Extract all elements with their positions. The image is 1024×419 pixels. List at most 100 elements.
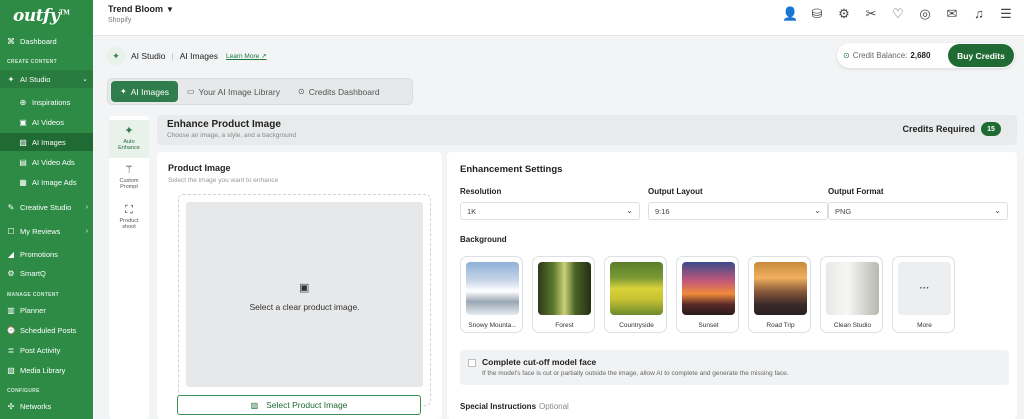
- sidebar-item-ai-videos[interactable]: ▣ AI Videos: [0, 113, 93, 131]
- sidebar: outfyTM ⌘ Dashboard CREATE CONTENT ✦ AI St…: [0, 0, 93, 419]
- chevron-right-icon: ›: [85, 227, 88, 235]
- image-drop-zone[interactable]: ▣ Select a clear product image.: [178, 194, 431, 406]
- tool-product-shoot[interactable]: ⛶ Product shoot: [109, 204, 149, 236]
- billing-icon[interactable]: ⛁: [809, 6, 825, 22]
- megaphone-icon: ◢: [7, 249, 15, 259]
- tool-custom-prompt[interactable]: ⚚ Custom Prompt: [109, 164, 149, 196]
- credit-balance-value: 2,680: [910, 51, 931, 60]
- background-option-more[interactable]: ··· More: [892, 256, 955, 333]
- tab-bar: ✦ AI Images ▭ Your AI Image Library ⊙ Credi…: [107, 78, 413, 105]
- enhance-header: Enhance Product Image Choose an image, a…: [157, 115, 1017, 145]
- section-configure: CONFIGURE: [7, 388, 40, 394]
- review-icon: ☐: [7, 226, 15, 236]
- background-option-countryside[interactable]: Countryside: [604, 256, 667, 333]
- background-label: Background: [460, 235, 507, 244]
- sidebar-item-ai-video-ads[interactable]: ▤ AI Video Ads: [0, 153, 93, 171]
- settings-title: Enhancement Settings: [460, 164, 563, 175]
- output-layout-label: Output Layout: [648, 187, 703, 196]
- coin-icon: ⊙: [297, 87, 305, 96]
- output-format-select[interactable]: PNG ⌄: [828, 202, 1008, 220]
- sparkle-icon: ✦: [120, 87, 127, 96]
- breadcrumb-ai-studio[interactable]: AI Studio: [131, 51, 166, 61]
- video-ad-icon: ▤: [19, 157, 27, 167]
- discount-icon[interactable]: ⚙: [836, 6, 852, 22]
- countryside-thumbnail: [610, 262, 663, 315]
- sidebar-item-my-reviews[interactable]: ☐ My Reviews ›: [0, 222, 93, 240]
- network-icon: ✣: [7, 401, 15, 411]
- activity-icon: ≣: [7, 345, 15, 355]
- top-icons: 👤 ⛁ ⚙ ✂ ♡ ◎ ✉ ♫ ☰: [782, 6, 1014, 22]
- resolution-select[interactable]: 1K ⌄: [460, 202, 640, 220]
- menu-icon[interactable]: ☰: [998, 6, 1014, 22]
- enhancement-settings-panel: Enhancement Settings Resolution 1K ⌄ Outp…: [447, 152, 1017, 419]
- tab-image-library[interactable]: ▭ Your AI Image Library: [178, 81, 289, 102]
- background-option-snowy-mountain[interactable]: Snowy Mounta...: [460, 256, 523, 333]
- learn-more-link[interactable]: Learn More ↗: [226, 52, 267, 60]
- notification-icon[interactable]: ♫: [971, 6, 987, 22]
- forest-thumbnail: [538, 262, 591, 315]
- select-product-image-button[interactable]: ▨ Select Product Image: [177, 395, 421, 415]
- background-option-road-trip[interactable]: Road Trip: [748, 256, 811, 333]
- palette-icon: ✎: [7, 202, 15, 212]
- sidebar-item-ai-images[interactable]: ▨ AI Images: [0, 133, 93, 151]
- support-icon[interactable]: ◎: [917, 6, 933, 22]
- video-icon: ▣: [19, 117, 27, 127]
- image-placeholder[interactable]: ▣ Select a clear product image.: [186, 202, 423, 387]
- product-image-panel: Product Image Select the image you want …: [157, 152, 442, 419]
- credits-required-badge: 15: [981, 122, 1001, 136]
- background-option-forest[interactable]: Forest: [532, 256, 595, 333]
- clean-studio-thumbnail: [826, 262, 879, 315]
- image-icon: ▨: [19, 137, 27, 147]
- media-icon: ▧: [7, 365, 15, 375]
- more-dots-icon: ···: [898, 262, 951, 315]
- product-image-subtitle: Select the image you want to enhance: [168, 177, 279, 184]
- schedule-icon: ⌚: [6, 325, 16, 335]
- tab-credits-dashboard[interactable]: ⊙ Credits Dashboard: [289, 81, 389, 102]
- chevron-down-icon: ⌄: [82, 76, 88, 83]
- sidebar-item-networks[interactable]: ✣ Networks: [0, 397, 93, 415]
- chevron-down-icon: ⌄: [814, 206, 821, 215]
- tool-auto-enhance[interactable]: ✦ Auto Enhance: [109, 120, 149, 158]
- globe-icon: ⊕: [19, 97, 27, 107]
- sidebar-item-dashboard[interactable]: ⌘ Dashboard: [0, 32, 93, 50]
- sidebar-item-promotions[interactable]: ◢ Promotions: [0, 245, 93, 263]
- complete-face-option: Complete cut-off model face If the model…: [460, 350, 1009, 385]
- product-image-title: Product Image: [168, 163, 231, 173]
- tab-ai-images[interactable]: ✦ AI Images: [111, 81, 178, 102]
- sidebar-item-scheduled-posts[interactable]: ⌚ Scheduled Posts: [0, 321, 93, 339]
- calendar-icon: ▥: [7, 305, 15, 315]
- sparkle-icon: ✦: [7, 74, 15, 84]
- buy-credits-button[interactable]: Buy Credits: [948, 44, 1014, 67]
- mail-icon[interactable]: ✉: [944, 6, 960, 22]
- tool-rail: ✦ Auto Enhance ⚚ Custom Prompt ⛶ Product shoot: [109, 116, 149, 419]
- auto-enhance-icon: ✦: [124, 125, 134, 137]
- background-option-clean-studio[interactable]: Clean Studio: [820, 256, 883, 333]
- magic-wand-icon: ⚚: [124, 164, 134, 176]
- breadcrumb: ✦ AI Studio | AI Images Learn More ↗: [107, 45, 267, 67]
- credits-required-label: Credits Required: [902, 124, 975, 134]
- complete-face-checkbox[interactable]: [468, 359, 476, 367]
- handshake-icon[interactable]: ♡: [890, 6, 906, 22]
- sidebar-item-inspirations[interactable]: ⊕ Inspirations: [0, 93, 93, 111]
- outfy-logo[interactable]: outfyTM: [13, 6, 70, 26]
- sidebar-item-post-activity[interactable]: ≣ Post Activity: [0, 341, 93, 359]
- user-icon[interactable]: 👤: [782, 6, 798, 22]
- sidebar-item-smartq[interactable]: ⚙ SmartQ: [0, 264, 93, 282]
- store-selector[interactable]: Trend Bloom ▼: [108, 4, 174, 14]
- caret-down-icon: ▼: [166, 5, 174, 14]
- sidebar-item-ai-studio[interactable]: ✦ AI Studio ⌄: [0, 70, 93, 88]
- background-option-sunset[interactable]: Sunset: [676, 256, 739, 333]
- enhance-title: Enhance Product Image: [167, 119, 281, 130]
- section-create-content: CREATE CONTENT: [7, 59, 57, 65]
- sidebar-item-media-library[interactable]: ▧ Media Library: [0, 361, 93, 379]
- image-icon: ▣: [299, 282, 310, 294]
- tools-icon[interactable]: ✂: [863, 6, 879, 22]
- output-layout-select[interactable]: 9:16 ⌄: [648, 202, 828, 220]
- complete-face-description: If the model's face is cut or partially …: [482, 370, 789, 377]
- road-trip-thumbnail: [754, 262, 807, 315]
- sidebar-item-planner[interactable]: ▥ Planner: [0, 301, 93, 319]
- sidebar-item-ai-image-ads[interactable]: ▦ AI Image Ads: [0, 173, 93, 191]
- top-bar: Trend Bloom ▼ Shopify 👤 ⛁ ⚙ ✂ ♡ ◎ ✉ ♫ ☰: [93, 0, 1024, 36]
- sidebar-item-creative-studio[interactable]: ✎ Creative Studio ›: [0, 198, 93, 216]
- external-link-icon: ↗: [261, 53, 267, 60]
